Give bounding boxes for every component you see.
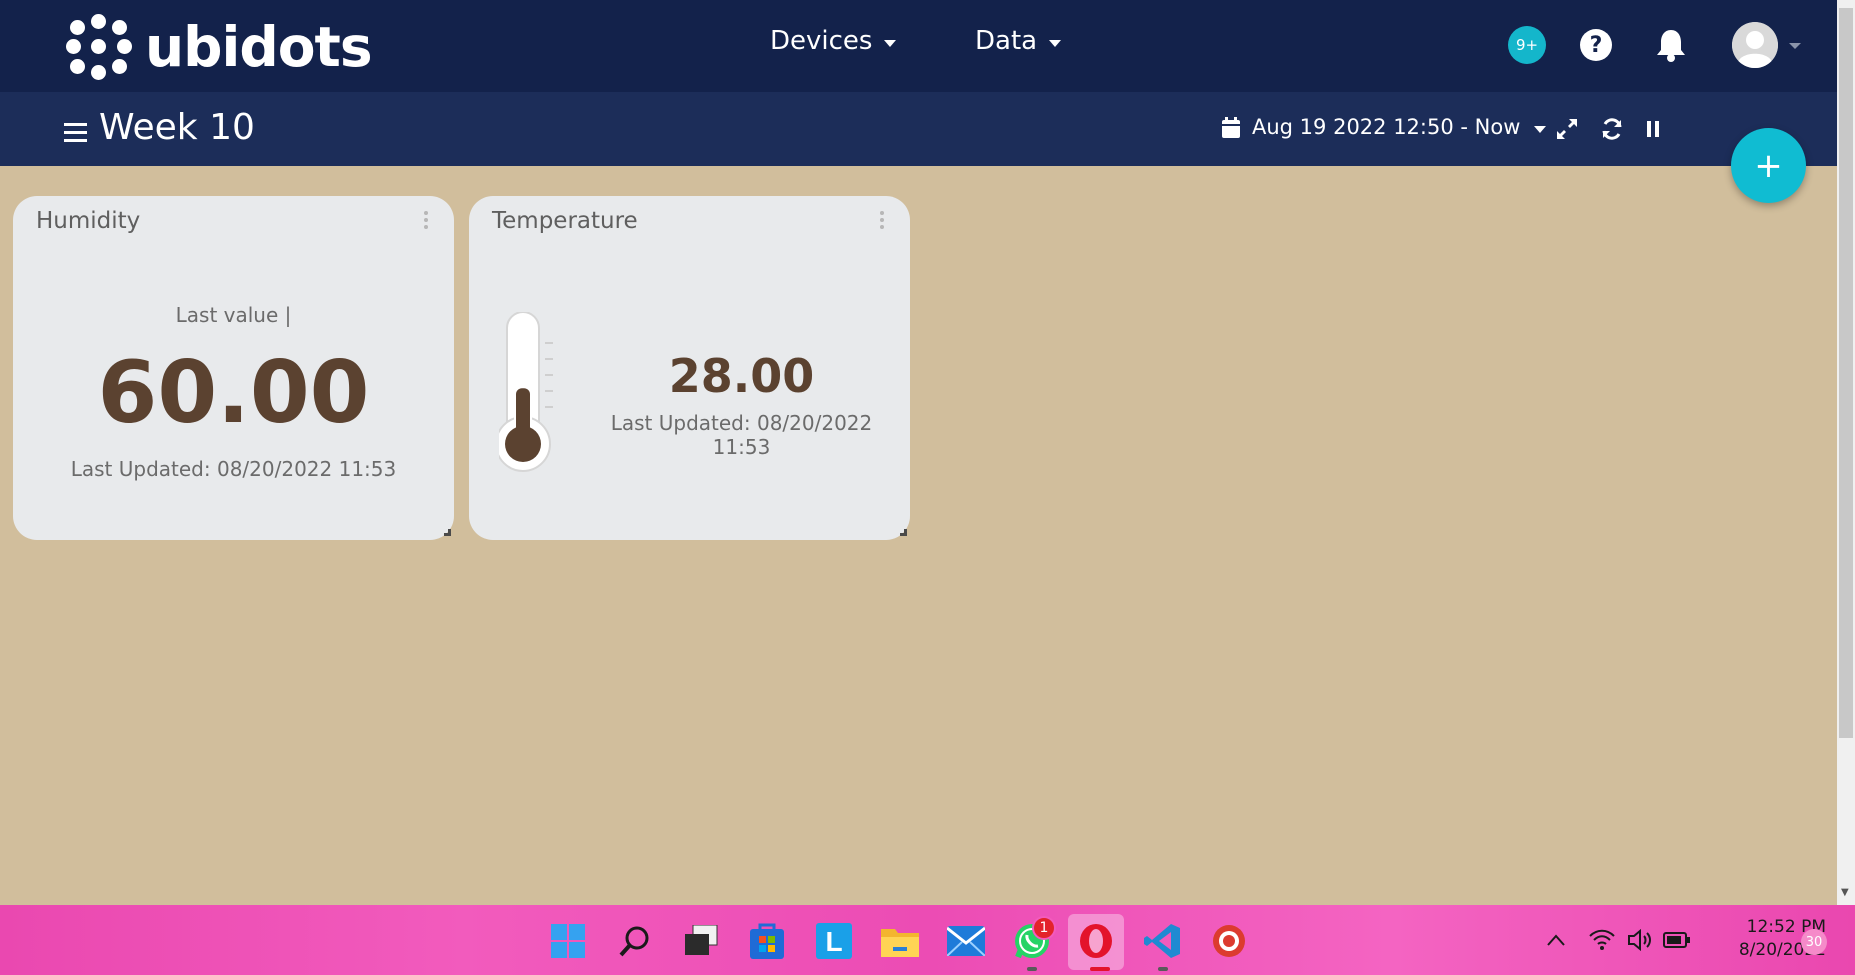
scrollbar-thumb[interactable] [1839, 8, 1853, 738]
last-value-label: Last value | [175, 303, 292, 327]
resize-handle[interactable] [900, 529, 907, 536]
chevron-down-icon [884, 39, 897, 47]
whatsapp-unread-badge: 1 [1032, 916, 1056, 940]
wifi-icon[interactable] [1589, 929, 1615, 951]
chevron-down-icon [1534, 125, 1547, 133]
battery-icon[interactable] [1663, 931, 1691, 949]
date-range-label: Aug 19 2022 12:50 - Now [1252, 115, 1521, 139]
microsoft-store-icon[interactable] [747, 921, 787, 961]
l-app-icon[interactable]: L [814, 921, 854, 961]
chevron-up-icon[interactable] [1546, 933, 1566, 947]
windows-start-icon[interactable] [548, 921, 588, 961]
svg-text:L: L [825, 926, 842, 957]
chevron-down-icon [1049, 39, 1062, 47]
running-indicator [1027, 967, 1037, 971]
task-view-icon[interactable] [681, 921, 721, 961]
chrome-app-icon[interactable] [1209, 921, 1249, 961]
devices-menu-label: Devices [770, 26, 873, 56]
last-updated-text: Last Updated: 08/20/2022 11:53 [610, 411, 873, 459]
more-options-icon[interactable] [880, 211, 884, 229]
devices-menu[interactable]: Devices [770, 26, 897, 56]
add-widget-button[interactable]: + [1731, 128, 1806, 203]
user-avatar[interactable] [1732, 22, 1778, 68]
hamburger-menu-icon[interactable] [64, 123, 87, 142]
temperature-widget: Temperature 28.00 Last Updated: 08/20/20… [469, 196, 910, 540]
file-explorer-icon[interactable] [880, 921, 920, 961]
temperature-value: 28.00 [668, 349, 815, 403]
opera-icon[interactable] [1076, 921, 1116, 961]
date-range-picker[interactable]: Aug 19 2022 12:50 - Now [1222, 115, 1547, 139]
bell-icon[interactable] [1654, 27, 1688, 63]
pause-icon[interactable] [1641, 117, 1665, 141]
scroll-down-arrow-icon[interactable]: ▼ [1841, 887, 1849, 898]
dashboard-header: Week 10 Aug 19 2022 12:50 - Now [0, 92, 1837, 166]
running-indicator [1090, 967, 1110, 971]
notification-center-badge[interactable]: 30 [1801, 929, 1827, 955]
refresh-icon[interactable] [1600, 117, 1624, 141]
user-menu-chevron-icon[interactable] [1789, 43, 1801, 49]
data-menu[interactable]: Data [975, 26, 1062, 56]
brand-name: ubidots [145, 14, 373, 79]
fullscreen-icon[interactable] [1555, 117, 1579, 141]
dashboard-title[interactable]: Week 10 [99, 107, 255, 148]
user-icon [1732, 22, 1778, 68]
widget-title: Humidity [36, 208, 141, 234]
windows-taskbar: L 1 12:52 PM 8/20/2022 30 [0, 905, 1855, 975]
data-menu-label: Data [975, 26, 1038, 56]
resize-handle[interactable] [444, 529, 451, 536]
thermometer-icon [499, 312, 553, 472]
top-navbar: ubidots Devices Data 9+ ? [0, 0, 1837, 92]
help-icon[interactable]: ? [1580, 29, 1612, 61]
calendar-icon [1222, 116, 1240, 138]
logo-dots-icon [66, 14, 132, 80]
ubidots-logo[interactable]: ubidots [66, 14, 373, 80]
humidity-widget: Humidity Last value | 60.00 Last Updated… [13, 196, 454, 540]
running-indicator [1158, 967, 1168, 971]
visual-studio-code-icon[interactable] [1143, 921, 1183, 961]
more-options-icon[interactable] [424, 211, 428, 229]
volume-icon[interactable] [1627, 929, 1653, 951]
widget-title: Temperature [492, 208, 638, 234]
humidity-value: 60.00 [97, 343, 370, 443]
mail-icon[interactable] [946, 921, 986, 961]
search-icon[interactable] [615, 921, 655, 961]
last-updated-text: Last Updated: 08/20/2022 11:53 [70, 457, 397, 481]
updates-badge[interactable]: 9+ [1508, 26, 1546, 64]
